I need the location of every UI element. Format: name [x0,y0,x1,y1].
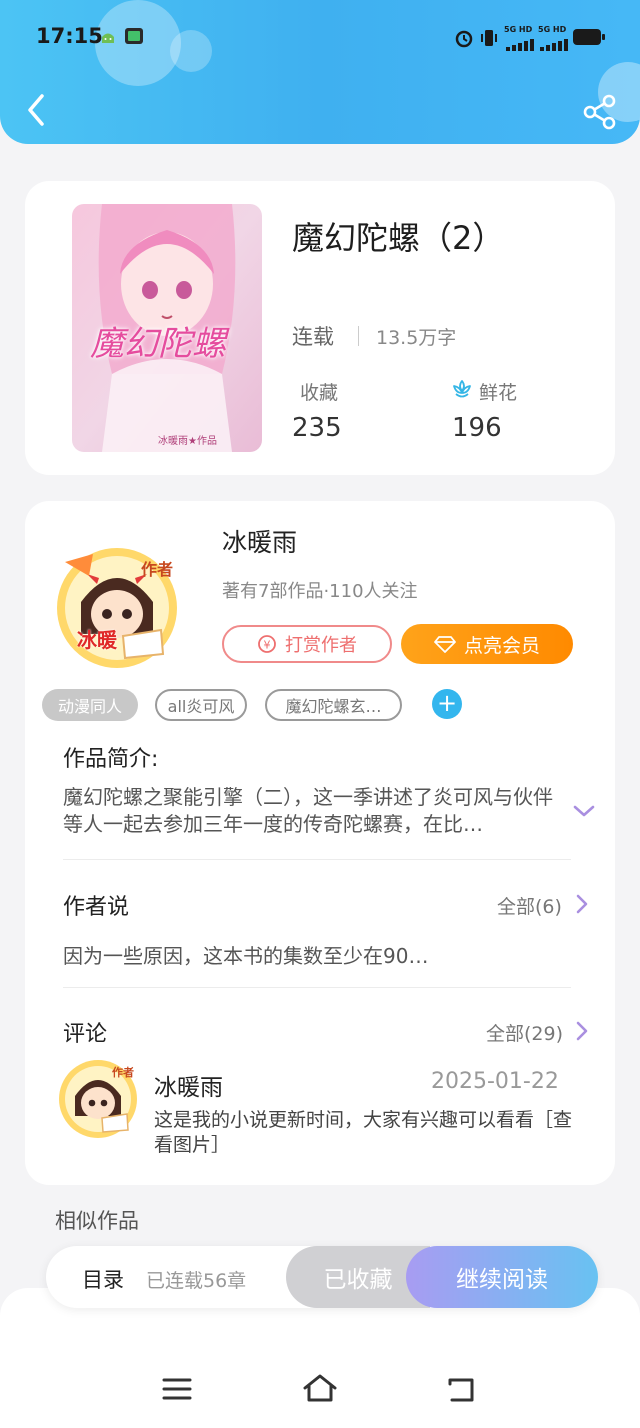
comment-author-name[interactable]: 冰暖雨 [154,1068,223,1102]
expand-chevron-icon[interactable] [572,803,596,823]
app-notification-icon [124,26,144,50]
network-label-1: 5G HD [504,25,533,34]
vip-button[interactable]: 点亮会员 [401,624,573,664]
comment-text[interactable]: 这是我的小说更新时间，大家有兴趣可以看看［查看图片］ [154,1108,574,1158]
reward-author-label: 打赏作者 [285,635,357,656]
menu-icon[interactable] [162,1376,192,1406]
chevron-left-icon [28,94,44,126]
author-details-card: 作者 冰暖 冰暖雨 著有7部作品·110人关注 ¥ 打赏作者 点亮会员 动漫同人… [25,501,615,1185]
chapter-count[interactable]: 已连载56章 [146,1266,246,1293]
divider [358,326,359,346]
comment-date: 2025-01-22 [431,1069,559,1094]
add-tag-button[interactable]: + [432,689,462,719]
signal-icon [506,36,534,55]
flowers-count: 196 [452,413,502,443]
vip-label: 点亮会员 [463,634,540,657]
book-status: 连载 [292,325,334,349]
vibrate-icon [478,27,500,53]
svg-text:¥: ¥ [264,639,271,652]
intro-title: 作品简介: [63,747,159,772]
status-time: 17:15 [36,24,103,48]
signal-icon [540,36,568,55]
header-bar: 17:15 5G HD 5G HD [0,0,640,144]
share-button[interactable] [580,92,620,132]
flower-icon [451,378,473,404]
intro-text: 魔幻陀螺之聚能引擎（二），这一季讲述了炎可风与伙伴等人一起去参加三年一度的传奇陀… [63,785,553,836]
back-button[interactable] [18,88,58,132]
chevron-right-icon[interactable] [575,1020,589,1042]
tag-item[interactable]: 动漫同人 [42,689,138,721]
alarm-icon [454,28,474,52]
battery-icon [572,28,606,50]
author-says-text[interactable]: 因为一些原因，这本书的集数至少在90… [63,943,563,970]
back-nav-icon[interactable] [446,1374,478,1408]
comments-title: 评论 [63,1022,108,1047]
diamond-icon [434,636,456,653]
author-name[interactable]: 冰暖雨 [222,523,297,559]
home-icon[interactable] [302,1372,338,1408]
continue-reading-button[interactable]: 继续阅读 [406,1246,598,1308]
avatar-name-text: 冰暖 [77,628,117,652]
network-label-2: 5G HD [538,25,567,34]
comment-avatar[interactable]: 作者 [57,1058,139,1140]
book-word-count: 13.5万字 [376,327,457,349]
divider [63,987,571,988]
favorites-count: 235 [292,413,342,443]
coin-icon: ¥ [258,635,276,653]
table-of-contents-button[interactable]: 目录 [82,1264,124,1294]
reward-author-button[interactable]: ¥ 打赏作者 [222,625,392,663]
book-title: 魔幻陀螺（2） [292,219,505,257]
favorites-label: 收藏 [300,382,339,404]
comments-more-link[interactable]: 全部(29) [486,1019,563,1046]
chevron-right-icon[interactable] [575,893,589,915]
author-avatar[interactable]: 作者 冰暖 [53,544,181,672]
share-icon [583,94,616,130]
author-says-title: 作者说 [63,895,130,920]
tag-item[interactable]: 魔幻陀螺玄… [265,689,402,721]
comment-avatar-badge: 作者 [112,1066,134,1079]
android-icon [100,30,116,49]
flowers-label: 鲜花 [479,382,518,404]
author-says-more-link[interactable]: 全部(6) [497,892,562,919]
bottom-action-bar: 目录 已连载56章 已收藏 继续阅读 [46,1246,598,1308]
similar-works-title: 相似作品 [55,1209,139,1233]
cover-title-text: 魔幻陀螺 [90,324,226,364]
author-badge-text: 作者 [141,560,174,579]
book-info-card: 魔幻陀螺 冰暖雨★作品 魔幻陀螺（2） 连载 13.5万字 收藏 235 鲜花 … [25,181,615,475]
cover-credit-text: 冰暖雨★作品 [158,436,217,447]
book-cover[interactable]: 魔幻陀螺 冰暖雨★作品 [72,204,262,452]
tag-item[interactable]: all炎可风 [155,689,247,721]
divider [63,859,571,860]
status-bar: 17:15 5G HD 5G HD [0,0,640,76]
author-meta: 著有7部作品·110人关注 [222,581,418,602]
